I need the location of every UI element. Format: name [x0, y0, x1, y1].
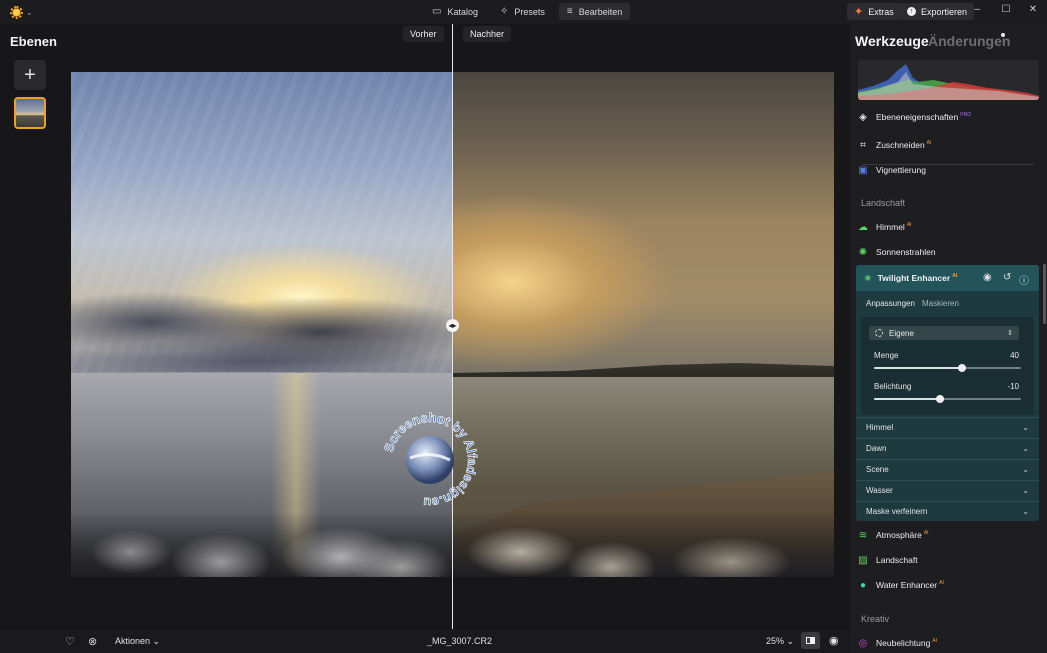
tab-presets[interactable]: ✧ Presets [492, 3, 553, 20]
puzzle-icon: ✦ [854, 6, 864, 18]
chevron-down-icon: ⌄ [1022, 507, 1029, 516]
tools-panel: Werkzeuge Änderungen ◈ Ebeneneigenschaft… [850, 24, 1047, 653]
tab-katalog[interactable]: ▭ Katalog [424, 3, 486, 20]
title-bar: ⌄ ▭ Katalog ✧ Presets ≡ Bearbeiten ✦ Ext… [0, 0, 1047, 24]
sliders-icon: ≡ [566, 6, 573, 17]
close-icon[interactable]: ✕ [1026, 4, 1040, 15]
layer-thumbnail[interactable] [14, 97, 46, 129]
slider-belichtung[interactable] [874, 395, 1021, 403]
tab-label: Bearbeiten [578, 6, 623, 17]
heart-icon[interactable]: ♡ [65, 635, 75, 648]
changes-indicator-dot [1001, 33, 1005, 37]
section-landschaft: Landschaft [861, 198, 906, 208]
tab-aenderungen[interactable]: Änderungen [928, 33, 1010, 49]
water-drop-icon: ● [859, 579, 867, 591]
export-label: Exportieren [921, 6, 968, 17]
chevron-down-icon: ⌄ [26, 7, 33, 17]
extras-label: Extras [868, 6, 894, 17]
eye-icon[interactable]: ◉ [829, 634, 839, 647]
folder-icon: ▭ [432, 6, 442, 17]
slider-label-belichtung: Belichtung [874, 382, 912, 391]
slider-value-menge[interactable]: 40 [989, 351, 1019, 360]
after-label: Nachher [463, 26, 512, 42]
slider-menge[interactable] [874, 364, 1021, 372]
slider-fill [874, 398, 941, 400]
after-image [452, 72, 834, 577]
chevron-down-icon: ⌄ [1022, 465, 1029, 474]
tab-label: Presets [514, 6, 545, 17]
section-maske-verfeinern[interactable]: Maske verfeinern ⌄ [856, 501, 1039, 521]
reject-icon[interactable]: ⊗ [88, 635, 97, 648]
histogram [858, 60, 1039, 100]
before-label: Vorher [403, 26, 444, 42]
add-layer-button[interactable]: + [14, 60, 46, 90]
file-name: _MG_3007.CR2 [427, 636, 493, 646]
updown-icon: ⇕ [1007, 330, 1013, 337]
section-dawn[interactable]: Dawn ⌄ [856, 438, 1039, 458]
tab-maskieren[interactable]: Maskieren [922, 299, 959, 308]
compare-view-button[interactable] [801, 632, 820, 649]
atmosphere-icon: ≋ [858, 529, 868, 541]
preset-circle-icon [875, 329, 883, 337]
info-icon[interactable]: ⓘ [1019, 272, 1029, 287]
panel-scrollbar[interactable] [1043, 264, 1046, 324]
section-kreativ: Kreativ [861, 614, 890, 624]
preset-dropdown[interactable]: Eigene ⇕ [869, 326, 1019, 340]
tool-atmosphaere[interactable]: ≋ Atmosphäre AI [857, 524, 1040, 546]
sunrays-icon: ✺ [858, 246, 868, 258]
zoom-dropdown[interactable]: 25% ⌄ [766, 636, 794, 647]
section-himmel[interactable]: Himmel ⌄ [856, 417, 1039, 437]
maximize-icon[interactable]: ☐ [999, 4, 1013, 15]
landscape-icon: ▨ [858, 554, 868, 566]
eye-icon[interactable]: ◉ [983, 272, 992, 283]
slider-value-belichtung[interactable]: -10 [989, 382, 1019, 391]
chevron-down-icon: ⌄ [1022, 486, 1029, 495]
bottom-toolbar: ♡ ⊗ Aktionen ⌄ _MG_3007.CR2 25% ⌄ ◉ [0, 629, 850, 653]
layers-panel-title: Ebenen [10, 34, 57, 49]
tab-anpassungen[interactable]: Anpassungen [866, 299, 915, 308]
slider-knob[interactable] [957, 364, 966, 372]
slider-knob[interactable] [935, 395, 944, 403]
relight-icon: ◎ [858, 637, 868, 649]
extras-button[interactable]: ✦ Extras [847, 3, 901, 20]
minimize-icon[interactable]: – [970, 4, 984, 15]
app-logo-icon [10, 5, 23, 19]
app-menu-button[interactable]: ⌄ [10, 4, 36, 20]
chevron-down-icon: ⌄ [1022, 423, 1029, 432]
tool-sonnenstrahlen[interactable]: ✺ Sonnenstrahlen [857, 241, 1040, 263]
sparkle-icon: ✧ [499, 6, 509, 17]
tab-bearbeiten[interactable]: ≡ Bearbeiten [558, 3, 631, 20]
tool-water-enhancer[interactable]: ● Water Enhancer AI [857, 574, 1040, 596]
split-view-icon [806, 637, 815, 644]
tool-vignettierung[interactable]: ▣ Vignettierung [857, 159, 1040, 181]
tab-label: Katalog [447, 6, 478, 17]
main-mode-tabs: ▭ Katalog ✧ Presets ≡ Bearbeiten [424, 3, 631, 20]
tool-neubelichtung[interactable]: ◎ Neubelichtung AI [857, 632, 1040, 653]
slider-fill [874, 367, 963, 369]
export-button[interactable]: ↑ Exportieren [900, 3, 975, 20]
slider-label-menge: Menge [874, 351, 899, 360]
twilight-enhancer-panel: ☀ Twilight Enhancer AI ◉ ↺ ⓘ Anpassungen … [856, 265, 1039, 521]
tool-landschaft[interactable]: ▨ Landschaft [857, 549, 1040, 571]
vignette-icon: ▣ [858, 164, 868, 176]
twilight-enhancer-header[interactable]: ☀ Twilight Enhancer AI [856, 265, 1039, 291]
chevron-down-icon: ⌄ [1022, 444, 1029, 453]
tool-ebeneneigenschaften[interactable]: ◈ Ebeneneigenschaften PRO [857, 106, 1040, 128]
tool-zuschneiden[interactable]: ⌗ Zuschneiden AI [857, 134, 1040, 156]
cloud-icon: ☁ [858, 221, 868, 233]
tab-werkzeuge[interactable]: Werkzeuge [855, 33, 929, 49]
twilight-icon: ☀ [864, 272, 872, 283]
export-icon: ↑ [907, 7, 916, 16]
reset-icon[interactable]: ↺ [1003, 272, 1011, 283]
crop-icon: ⌗ [860, 139, 866, 151]
divider-drag-handle[interactable]: ◂▸ [446, 319, 459, 332]
tool-himmel[interactable]: ☁ Himmel AI [857, 216, 1040, 238]
watermark-logo: Screenshot by Alfadesign.eu [381, 410, 480, 510]
layers-icon: ◈ [859, 111, 867, 123]
section-scene[interactable]: Scene ⌄ [856, 459, 1039, 479]
actions-menu[interactable]: Aktionen ⌄ [115, 636, 160, 647]
section-wasser[interactable]: Wasser ⌄ [856, 480, 1039, 500]
